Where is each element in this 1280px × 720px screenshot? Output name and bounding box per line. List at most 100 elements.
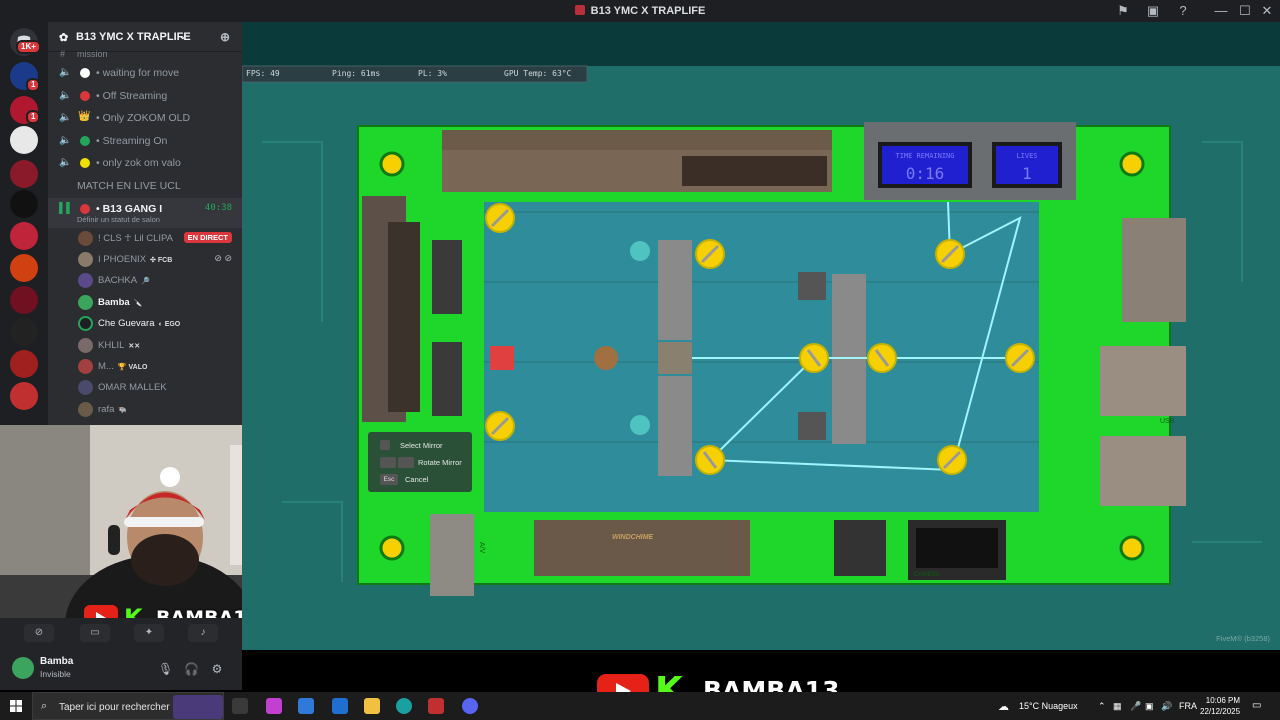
youtube-icon [84, 605, 118, 618]
notification-icon[interactable]: ▭ [1252, 700, 1261, 711]
help-icon[interactable]: ? [1175, 3, 1191, 19]
volume-icon[interactable]: 🔊 [1161, 701, 1172, 712]
voice-channel-active[interactable]: ▌▌ • B13 GANG I 40:38 Définir un statut … [48, 197, 242, 228]
server-icon[interactable] [10, 222, 38, 250]
avatar [78, 251, 93, 267]
soundboard-icon[interactable]: ♪ [188, 624, 218, 642]
member-tag: 🐃 [118, 406, 128, 414]
voice-member[interactable]: M... 🏆 VALO [48, 356, 242, 377]
member-tag: ✣ FCB [150, 256, 173, 264]
maximize-icon[interactable]: ☐ [1237, 3, 1253, 19]
outlook-icon[interactable] [332, 698, 348, 714]
muted-deafened-icon: ⊘ ⊘ [214, 252, 232, 263]
hud-ping: Ping: 61ms [332, 69, 381, 78]
live-badge: EN DIRECT [183, 231, 232, 243]
chevron-up-icon[interactable]: ⌃ [1098, 701, 1106, 712]
voice-channel[interactable]: 🔈 • Off Streaming [48, 85, 242, 108]
minimize-icon[interactable]: — [1213, 3, 1229, 19]
mic-icon[interactable]: 🎤 [1130, 701, 1141, 712]
windows-start-icon[interactable] [10, 700, 22, 712]
close-icon[interactable]: ✕ [1259, 3, 1275, 19]
server-icon[interactable] [10, 350, 38, 378]
key-right-icon [398, 457, 414, 468]
camera-off-icon[interactable]: ⊘ [24, 624, 54, 642]
hash-icon: # [60, 49, 66, 59]
chevron-down-icon: ⌄ [179, 31, 187, 41]
kick-icon: K [124, 604, 143, 618]
clock-time[interactable]: 10:06 PM [1204, 696, 1240, 705]
lives-label: LIVES [1016, 152, 1038, 160]
server-icon[interactable] [10, 254, 38, 282]
voice-channel[interactable]: 🔈 • Streaming On [48, 130, 242, 153]
server-icon[interactable] [10, 318, 38, 346]
speaker-icon: 🔈 [59, 89, 72, 101]
server-icon[interactable] [10, 126, 38, 154]
voice-member[interactable]: Che Guevara ◐ EGO [48, 313, 242, 334]
circuit-minigame [241, 22, 1280, 650]
game-view: FPS: 49 Ping: 61ms PL: 3% GPU Temp: 63°C… [241, 22, 1280, 650]
store-icon[interactable] [298, 698, 314, 714]
display-icon[interactable]: ▣ [1145, 701, 1154, 712]
hud-gpu-temp: GPU Temp: 63°C [504, 69, 572, 78]
server-icon[interactable] [10, 382, 38, 410]
invite-icon[interactable]: ⊕ [220, 30, 230, 44]
server-icon[interactable] [10, 160, 38, 188]
avatar [78, 294, 93, 310]
avatar [78, 358, 93, 374]
hint-rotate: Rotate Mirror [418, 458, 462, 467]
voice-channel[interactable]: 🔈 👑 • Only ZOKOM OLD [48, 107, 242, 130]
voice-channel[interactable]: 🔈 • waiting for move [48, 62, 242, 85]
voice-member[interactable]: ! CLS ☥ Lil CLIPA EN DIRECT [48, 228, 242, 249]
member-tag: ◐ EGO [158, 321, 181, 329]
channel-partial: # mission [60, 49, 108, 59]
user-status: Invisible [40, 669, 71, 679]
crown-icon: 👑 [78, 111, 91, 123]
status-dot [80, 90, 90, 101]
voice-member[interactable]: BACHKA 🔎 [48, 270, 242, 291]
copilot-icon[interactable] [266, 698, 282, 714]
inbox-icon[interactable]: ⚑ [1115, 3, 1131, 19]
voice-member[interactable]: OMAR MALLEK [48, 377, 242, 398]
discord-icon[interactable] [462, 698, 478, 714]
camera-label: CAMERA [914, 572, 940, 578]
voice-member[interactable]: rafa 🐃 [48, 399, 242, 420]
cloud-icon: ☁ [998, 701, 1009, 713]
text-channel-match[interactable]: MATCH EN LIVE UCL [48, 175, 242, 198]
avatar [12, 657, 34, 679]
gear-icon[interactable]: ⚙ [210, 662, 224, 676]
voice-active-icon: ▌▌ [59, 202, 74, 214]
network-icon[interactable]: ▦ [1113, 701, 1122, 712]
language-indicator[interactable]: FRA [1179, 701, 1197, 711]
app-icon [574, 5, 585, 15]
avatar [78, 337, 93, 353]
microphone-icon[interactable]: 🎙 [158, 662, 173, 676]
activity-icon[interactable]: ✦ [134, 624, 164, 642]
server-icon[interactable] [10, 190, 38, 218]
voice-member[interactable]: I PHOENIX ✣ FCB ⊘ ⊘ [48, 249, 242, 270]
file-explorer-icon[interactable] [364, 698, 380, 714]
search-box[interactable]: ⌕ Taper ici pour rechercher [32, 692, 224, 720]
member-tag: 🏆 VALO [117, 363, 148, 371]
voice-member[interactable]: KHLIL ✕✕ [48, 335, 242, 356]
weather-text[interactable]: 15°C Nuageux [1019, 701, 1078, 711]
task-view-icon[interactable] [232, 698, 248, 714]
webcam-brand: K BAMBA13 [84, 605, 266, 618]
server-icon[interactable] [10, 286, 38, 314]
edge-icon[interactable] [396, 698, 412, 714]
status-dot [80, 158, 90, 169]
voice-channel[interactable]: 🔈 • only zok om valo [48, 152, 242, 175]
screen-share-icon[interactable]: ▭ [80, 624, 110, 642]
hud-fps: FPS: 49 [246, 69, 280, 78]
fivem-icon[interactable] [428, 698, 444, 714]
screen-icon[interactable]: ▣ [1145, 3, 1161, 19]
time-remaining-value: 0:16 [905, 164, 945, 183]
clock-date[interactable]: 22/12/2025 [1200, 707, 1240, 716]
key-left-icon [380, 457, 396, 468]
member-tag: 🔎 [141, 278, 150, 286]
headphones-icon[interactable]: 🎧 [184, 662, 199, 676]
guild-header[interactable]: ✿ B13 YMC X TRAPLIFE ⌄ ⊕ [48, 22, 242, 52]
voice-member[interactable]: Bamba 🔪 [48, 292, 242, 313]
esc-key: Esc [380, 474, 398, 485]
user-info[interactable]: Bamba Invisible 🎙 🎧 ⚙ [0, 650, 242, 690]
channel-status[interactable]: Définir un statut de salon [77, 215, 160, 224]
